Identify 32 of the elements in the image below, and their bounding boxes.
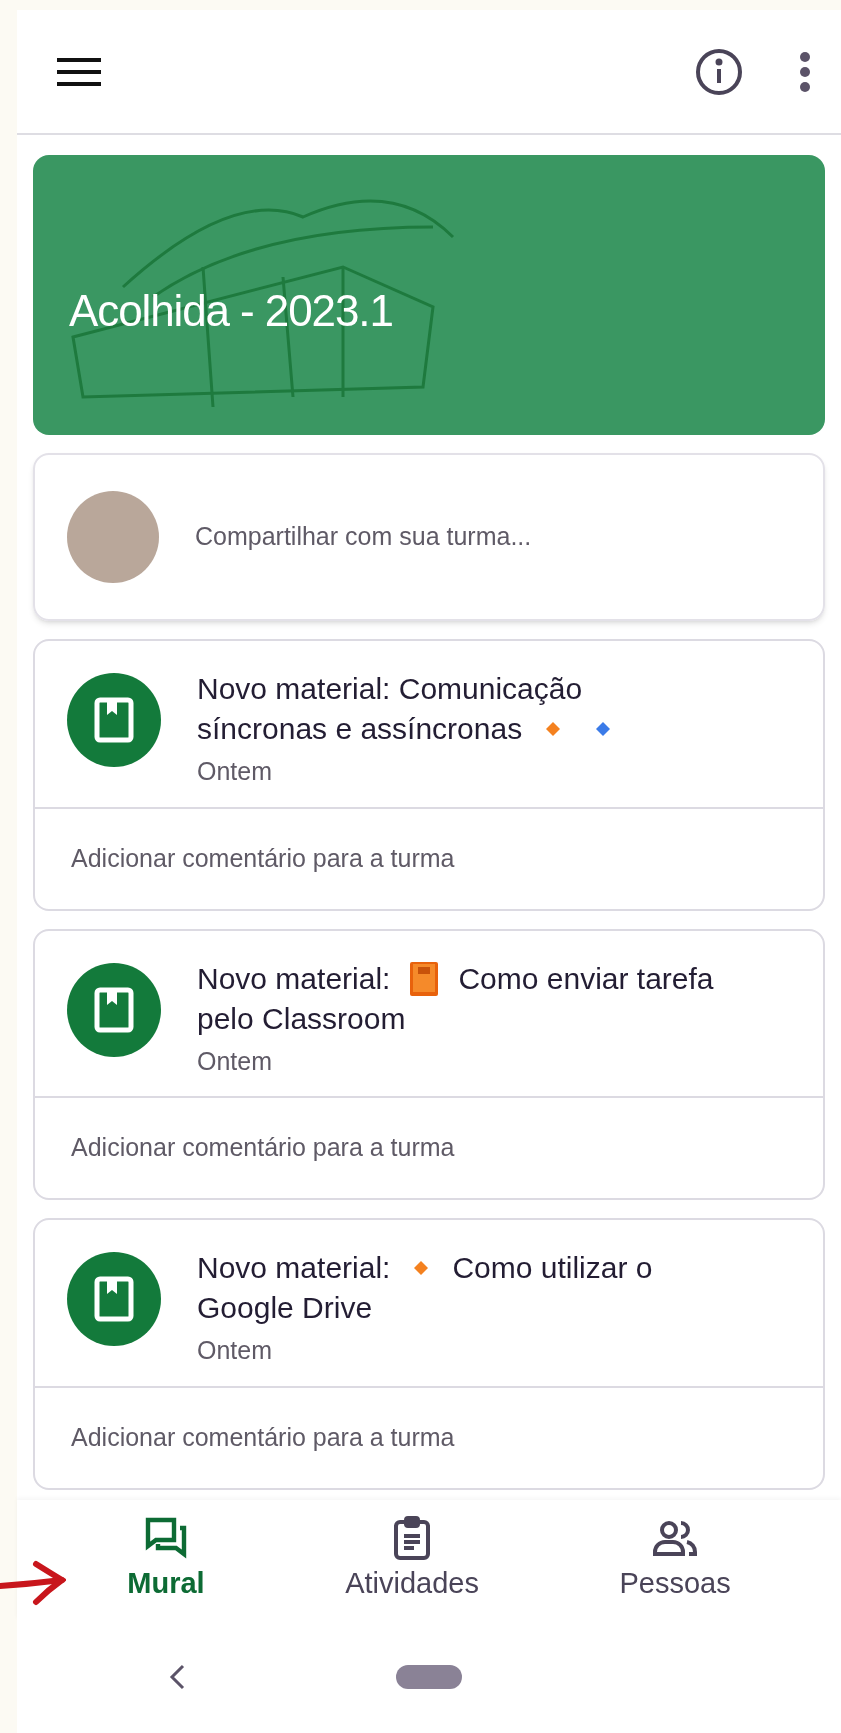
comment-prompt[interactable]: Adicionar comentário para a turma <box>71 839 455 878</box>
post-title-text: Novo material: <box>197 1250 391 1286</box>
post-title-text: Como utilizar o <box>452 1250 653 1286</box>
more-options-icon[interactable] <box>799 51 811 92</box>
post-title-text: Como enviar tarefa <box>458 960 714 997</box>
info-icon[interactable] <box>695 47 743 96</box>
post-title-text: pelo Classroom <box>197 1000 406 1037</box>
post-card[interactable]: Novo material: Como utilizar o Google Drive Ontem Adicionar comentário para a turma <box>33 1218 825 1490</box>
post-card[interactable]: Novo material: Comunicação síncronas e assíncronas Ontem Adicionar comentário para a turma <box>33 639 825 911</box>
share-card[interactable]: Compartilhar com sua turma... <box>33 453 825 621</box>
home-pill[interactable] <box>396 1664 462 1689</box>
post-time: Ontem <box>197 756 274 787</box>
material-book-icon <box>67 673 161 767</box>
material-book-icon <box>67 962 161 1057</box>
class-title: Acolhida - 2023.1 <box>69 285 393 337</box>
post-title-text: Novo material: <box>197 960 391 997</box>
bottom-nav-tab[interactable]: Atividades <box>345 1514 479 1606</box>
comment-prompt[interactable]: Adicionar comentário para a turma <box>71 1418 455 1457</box>
post-time: Ontem <box>197 1335 274 1366</box>
menu-icon[interactable] <box>57 56 101 87</box>
book-icon <box>410 961 439 996</box>
back-icon[interactable] <box>169 1663 185 1690</box>
comment-prompt[interactable]: Adicionar comentário para a turma <box>71 1129 455 1167</box>
post-title-text: Novo material: Comunicação <box>197 671 583 707</box>
bottom-nav-tab[interactable]: Mural <box>127 1514 205 1606</box>
post-title-text: Google Drive <box>197 1290 373 1326</box>
share-placeholder: Compartilhar com sua turma... <box>195 521 532 553</box>
post-time: Ontem <box>197 1045 274 1077</box>
post-card[interactable]: Novo material: Como enviar tarefa pelo Classroom Ontem Adicionar comentário para a turma <box>33 928 825 1200</box>
bottom-nav-tab[interactable]: Pessoas <box>619 1514 731 1606</box>
material-book-icon <box>67 1252 161 1346</box>
post-title-text: síncronas e assíncronas <box>197 711 523 747</box>
